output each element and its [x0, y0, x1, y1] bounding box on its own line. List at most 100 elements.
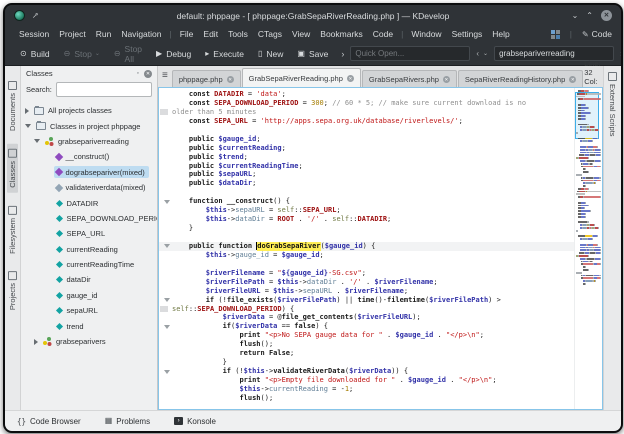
- menu-edit[interactable]: Edit: [198, 29, 223, 39]
- menu-run[interactable]: Run: [91, 29, 117, 39]
- menu-code[interactable]: Code: [368, 29, 398, 39]
- stop-button[interactable]: ⊖Stop⌄: [57, 42, 107, 65]
- menu-navigation[interactable]: Navigation: [116, 29, 166, 39]
- expander-icon[interactable]: [34, 139, 40, 143]
- titlebar[interactable]: ⊸ default: phppage - [ phppage:GrabSepaR…: [5, 5, 621, 26]
- code-line[interactable]: older than 5 minutes: [159, 108, 574, 117]
- code-line[interactable]: return False;: [159, 349, 574, 358]
- code-line[interactable]: }: [159, 224, 574, 233]
- tree-item-grabseparivers[interactable]: grabseparivers: [21, 334, 157, 349]
- tree-item-sepa-url[interactable]: SEPA_URL: [21, 226, 157, 241]
- session-grid-icon[interactable]: [551, 30, 560, 39]
- tree-item-grabsepariverreading[interactable]: grabsepariverreading: [21, 134, 157, 149]
- code-line[interactable]: [159, 260, 574, 269]
- menu-project[interactable]: Project: [54, 29, 90, 39]
- code-line[interactable]: const SEPA_DOWNLOAD_PERIOD = 300; // 60 …: [159, 99, 574, 108]
- close-icon[interactable]: ✕: [601, 10, 612, 21]
- code-line[interactable]: self::SEPA_DOWNLOAD_PERIOD) {: [159, 305, 574, 314]
- code-line[interactable]: public $sepaURL;: [159, 170, 574, 179]
- code-line[interactable]: $this->dataDir = ROOT . '/' . self::DATA…: [159, 215, 574, 224]
- bottom-tool-problems[interactable]: ▦Problems: [105, 417, 150, 426]
- search-next-icon[interactable]: ›: [620, 49, 623, 58]
- menu-view[interactable]: View: [287, 29, 315, 39]
- code-line[interactable]: public $dataDir;: [159, 179, 574, 188]
- stop-all-button[interactable]: ⊖Stop All: [107, 42, 149, 65]
- menu-bookmarks[interactable]: Bookmarks: [315, 29, 368, 39]
- tree-item-gauge-id[interactable]: gauge_id: [21, 288, 157, 303]
- code-line[interactable]: [159, 126, 574, 135]
- tab-close-icon[interactable]: ✕: [443, 76, 450, 83]
- code-line[interactable]: public $currentReadingTime;: [159, 162, 574, 171]
- code-line[interactable]: flush();: [159, 340, 574, 349]
- tab-grabsepariverreading-php[interactable]: GrabSepaRiverReading.php✕: [242, 68, 361, 87]
- code-line[interactable]: $riverFileURL = $this->sepaURL . $riverF…: [159, 287, 574, 296]
- new-button[interactable]: ▯New: [251, 42, 290, 65]
- tab-grabseparivers-php[interactable]: GrabSepaRivers.php✕: [362, 70, 457, 87]
- sidebar-tab-classes[interactable]: Classes: [7, 144, 18, 193]
- menu-file[interactable]: File: [175, 29, 199, 39]
- code-line[interactable]: $riverFilename = "${gauge_id}-SG.csv";: [159, 269, 574, 278]
- panel-float-icon[interactable]: ◦: [137, 70, 139, 77]
- tree-item-validateriverdata-mixed-[interactable]: validateriverdata(mixed): [21, 180, 157, 195]
- quick-open-input[interactable]: [350, 46, 470, 61]
- code-line[interactable]: flush();: [159, 394, 574, 403]
- tree-item--construct-[interactable]: __construct(): [21, 149, 157, 164]
- maximize-icon[interactable]: ⌃: [586, 11, 593, 21]
- code-line[interactable]: [159, 188, 574, 197]
- minimap[interactable]: [574, 88, 602, 409]
- panel-close-icon[interactable]: ✕: [144, 70, 152, 78]
- tab-close-icon[interactable]: ✕: [227, 76, 234, 83]
- code-line[interactable]: $riverFilePath = $this->dataDir . '/' . …: [159, 278, 574, 287]
- tree-item-datadir[interactable]: dataDir: [21, 272, 157, 287]
- sidebar-tab-external-scripts[interactable]: External Scripts: [608, 72, 617, 137]
- code-line[interactable]: }: [159, 358, 574, 367]
- menu-ctags[interactable]: CTags: [253, 29, 287, 39]
- sidebar-tab-filesystem[interactable]: Filesystem: [7, 201, 18, 259]
- tab-phppage-php[interactable]: phppage.php✕: [172, 70, 241, 87]
- tree-item-all-projects-classes[interactable]: All projects classes: [21, 103, 157, 118]
- code-line[interactable]: public $currentReading;: [159, 144, 574, 153]
- code-line[interactable]: $this->gauge_id = $gauge_id;: [159, 251, 574, 260]
- tree-item-sepaurl[interactable]: sepaURL: [21, 303, 157, 318]
- build-button[interactable]: ⊙Build: [13, 42, 57, 65]
- toolbar-overflow-icon[interactable]: ›: [335, 49, 350, 59]
- save-button[interactable]: ▣Save: [290, 42, 335, 65]
- tree-item-sepa-download-period[interactable]: SEPA_DOWNLOAD_PERIOD: [21, 211, 157, 226]
- code-line[interactable]: const DATADIR = 'data';: [159, 90, 574, 99]
- sidebar-tab-documents[interactable]: Documents: [7, 76, 18, 136]
- code-line[interactable]: const SEPA_URL = 'http://apps.sepa.org.u…: [159, 117, 574, 126]
- minimize-icon[interactable]: ⌄: [572, 11, 579, 21]
- bottom-tool-konsole[interactable]: ›Konsole: [174, 417, 216, 426]
- code-line[interactable]: $this->sepaURL = self::SEPA_URL;: [159, 206, 574, 215]
- tree-item-trend[interactable]: trend: [21, 318, 157, 333]
- menu-settings[interactable]: Settings: [447, 29, 488, 39]
- code-line[interactable]: $this->currentReading = -1;: [159, 385, 574, 394]
- code-line[interactable]: function __construct() {: [159, 197, 574, 206]
- tree-item-classes-in-project-phppage[interactable]: Classes in project phppage: [21, 118, 157, 133]
- code-area-button[interactable]: ✎ Code: [582, 29, 612, 39]
- classes-search-input[interactable]: [56, 82, 152, 97]
- menu-tools[interactable]: Tools: [223, 29, 253, 39]
- code-line[interactable]: public function doGrabSepaRiver($gauge_i…: [159, 242, 574, 251]
- menu-help[interactable]: Help: [487, 29, 514, 39]
- tab-separiverreadinghistory-php[interactable]: SepaRiverReadingHistory.php✕: [458, 70, 583, 87]
- expander-icon[interactable]: [25, 124, 31, 128]
- menu-session[interactable]: Session: [14, 29, 54, 39]
- tab-close-icon[interactable]: ✕: [569, 76, 576, 83]
- expander-icon[interactable]: [34, 339, 38, 345]
- code-line[interactable]: if($riverData == false) {: [159, 322, 574, 331]
- history-back-icon[interactable]: ‹: [476, 49, 479, 58]
- history-dropdown-icon[interactable]: ⌄: [483, 50, 488, 57]
- menu-window[interactable]: Window: [406, 29, 446, 39]
- debug-button[interactable]: ▶Debug: [149, 42, 198, 65]
- code-line[interactable]: [159, 233, 574, 242]
- sidebar-tab-projects[interactable]: Projects: [7, 266, 18, 315]
- tree-item-currentreading[interactable]: currentReading: [21, 242, 157, 257]
- tab-close-icon[interactable]: ✕: [347, 75, 354, 82]
- code-line[interactable]: if (!$this->validateRiverData($riverData…: [159, 367, 574, 376]
- tree-item-datadir[interactable]: DATADIR: [21, 195, 157, 210]
- execute-button[interactable]: ▸Execute: [198, 42, 251, 65]
- document-list-icon[interactable]: ≡: [160, 70, 172, 83]
- code-line[interactable]: if (!file_exists($riverFilePath) || time…: [159, 296, 574, 305]
- expander-icon[interactable]: [25, 108, 29, 114]
